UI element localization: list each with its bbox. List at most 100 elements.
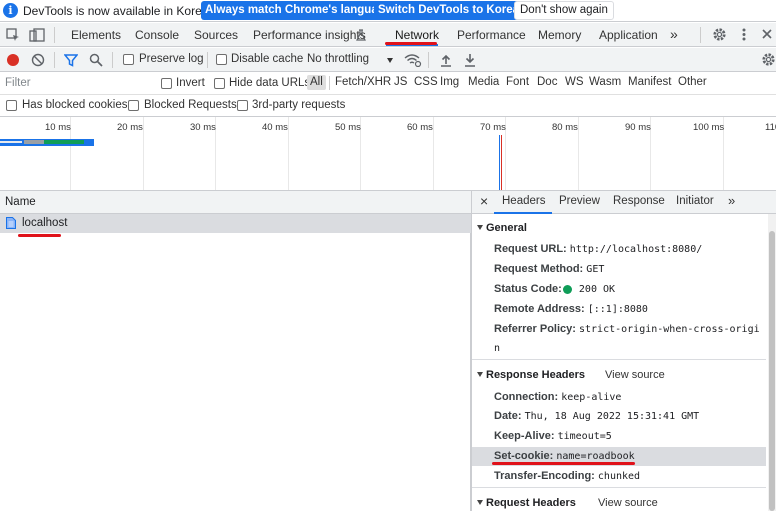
tab-headers[interactable]: Headers bbox=[502, 195, 545, 207]
chevron-down-icon[interactable] bbox=[387, 58, 393, 63]
timeline-overview[interactable]: 10 ms 20 ms 30 ms 40 ms 50 ms 60 ms 70 m… bbox=[0, 117, 776, 191]
header-row-connection: Connection: keep-alive bbox=[494, 391, 764, 403]
header-key: Date: bbox=[494, 410, 522, 422]
dont-show-again-button[interactable]: Don't show again bbox=[514, 1, 614, 20]
section-divider bbox=[472, 359, 766, 360]
filter-placeholder: Filter bbox=[5, 77, 31, 89]
divider bbox=[207, 52, 208, 68]
timeline-tick: 100 ms bbox=[693, 122, 725, 133]
more-details-tabs-button[interactable]: » bbox=[728, 193, 735, 208]
tab-response[interactable]: Response bbox=[613, 195, 665, 207]
hide-data-urls-checkbox[interactable] bbox=[214, 78, 225, 89]
kebab-menu-icon[interactable] bbox=[741, 27, 747, 42]
filter-type-img[interactable]: Img bbox=[440, 76, 459, 88]
timeline-tick: 90 ms bbox=[625, 122, 651, 133]
filter-type-media[interactable]: Media bbox=[468, 76, 499, 88]
more-tabs-button[interactable]: » bbox=[670, 26, 678, 42]
section-divider bbox=[472, 487, 766, 488]
close-details-button[interactable]: × bbox=[480, 193, 488, 209]
tab-console[interactable]: Console bbox=[135, 28, 179, 42]
timeline-request-waiting bbox=[44, 140, 84, 144]
has-blocked-cookies-label: Has blocked cookies bbox=[22, 99, 128, 111]
header-value: name=roadbook bbox=[556, 451, 635, 462]
request-list: Name localhost bbox=[0, 191, 471, 511]
tab-performance-insights[interactable]: Performance insights bbox=[253, 28, 366, 42]
divider bbox=[112, 52, 113, 68]
tab-performance[interactable]: Performance bbox=[457, 28, 526, 42]
header-row-request-method: Request Method: GET bbox=[494, 263, 764, 275]
filter-type-all[interactable]: All bbox=[307, 75, 326, 90]
annotation-underline-network bbox=[385, 42, 437, 45]
timeline-tick: 110 bbox=[765, 122, 776, 133]
header-row-status-code: Status Code: 200 OK bbox=[494, 283, 764, 295]
header-key: Request Method: bbox=[494, 263, 584, 275]
header-value: [::1]:8080 bbox=[587, 304, 648, 315]
filter-type-other[interactable]: Other bbox=[678, 76, 707, 88]
header-row-referrer-policy-wrap: n bbox=[494, 342, 764, 354]
filter-type-ws[interactable]: WS bbox=[565, 76, 584, 88]
inspect-element-icon[interactable] bbox=[6, 28, 20, 42]
timeline-gridline bbox=[288, 117, 289, 190]
filter-icon[interactable] bbox=[64, 53, 78, 67]
filter-type-doc[interactable]: Doc bbox=[537, 76, 557, 88]
active-tab-indicator bbox=[494, 212, 552, 214]
timeline-tick: 20 ms bbox=[117, 122, 143, 133]
third-party-requests-checkbox[interactable] bbox=[237, 100, 248, 111]
record-icon[interactable] bbox=[7, 54, 19, 66]
timeline-tick: 70 ms bbox=[480, 122, 506, 133]
has-blocked-cookies-checkbox[interactable] bbox=[6, 100, 17, 111]
network-conditions-icon[interactable] bbox=[404, 53, 422, 67]
switch-to-korean-button[interactable]: Switch DevTools to Korean bbox=[374, 1, 531, 20]
export-har-icon[interactable] bbox=[464, 53, 476, 67]
name-column-header[interactable]: Name bbox=[5, 196, 36, 208]
header-value: timeout=5 bbox=[557, 431, 612, 442]
preserve-log-checkbox[interactable] bbox=[123, 54, 134, 65]
search-icon[interactable] bbox=[89, 53, 103, 67]
filter-type-manifest[interactable]: Manifest bbox=[628, 76, 671, 88]
clear-icon[interactable] bbox=[31, 53, 45, 67]
device-toolbar-icon[interactable] bbox=[29, 28, 45, 42]
tab-preview[interactable]: Preview bbox=[559, 195, 600, 207]
header-key: Request URL: bbox=[494, 243, 567, 255]
view-source-link[interactable]: View source bbox=[605, 369, 665, 381]
tab-sources[interactable]: Sources bbox=[194, 28, 238, 42]
throttling-select[interactable]: No throttling bbox=[307, 53, 369, 65]
blocked-requests-checkbox[interactable] bbox=[128, 100, 139, 111]
filter-type-fetch-xhr[interactable]: Fetch/XHR bbox=[335, 76, 391, 88]
filter-type-wasm[interactable]: Wasm bbox=[589, 76, 621, 88]
request-headers-title: Request Headers bbox=[486, 497, 576, 509]
timeline-tick: 50 ms bbox=[335, 122, 361, 133]
header-value: keep-alive bbox=[561, 392, 622, 403]
header-row-remote-address: Remote Address: [::1]:8080 bbox=[494, 303, 764, 315]
header-row-request-url: Request URL: http://localhost:8080/ bbox=[494, 243, 764, 255]
header-row-referrer-policy: Referrer Policy: strict-origin-when-cros… bbox=[494, 323, 764, 335]
tab-memory[interactable]: Memory bbox=[538, 28, 581, 42]
preserve-log-label: Preserve log bbox=[139, 53, 204, 65]
tab-initiator[interactable]: Initiator bbox=[676, 195, 714, 207]
annotation-underline-localhost bbox=[18, 234, 61, 237]
divider bbox=[54, 27, 55, 43]
tab-elements[interactable]: Elements bbox=[71, 28, 121, 42]
invert-checkbox[interactable] bbox=[161, 78, 172, 89]
filter-type-js[interactable]: JS bbox=[394, 76, 407, 88]
network-settings-icon[interactable] bbox=[761, 52, 776, 67]
hide-data-urls-label: Hide data URLs bbox=[229, 77, 311, 89]
divider bbox=[428, 52, 429, 68]
timeline-request-stalled bbox=[24, 140, 44, 144]
close-icon[interactable] bbox=[761, 28, 773, 40]
tab-network[interactable]: Network bbox=[395, 28, 439, 42]
disable-cache-checkbox[interactable] bbox=[216, 54, 227, 65]
view-source-link[interactable]: View source bbox=[598, 497, 658, 509]
table-row[interactable]: localhost bbox=[0, 214, 471, 233]
header-key: Connection: bbox=[494, 391, 559, 403]
filter-type-css[interactable]: CSS bbox=[414, 76, 438, 88]
filter-type-font[interactable]: Font bbox=[506, 76, 529, 88]
filter-input[interactable]: Filter bbox=[0, 72, 150, 94]
always-match-language-button[interactable]: Always match Chrome's language bbox=[201, 1, 396, 20]
header-row-transfer-encoding: Transfer-Encoding: chunked bbox=[494, 470, 764, 482]
import-har-icon[interactable] bbox=[440, 53, 452, 67]
tab-application[interactable]: Application bbox=[599, 28, 658, 42]
scrollbar-thumb[interactable] bbox=[769, 231, 775, 511]
header-row-set-cookie[interactable]: Set-cookie: name=roadbook bbox=[494, 450, 764, 462]
gear-icon[interactable] bbox=[712, 27, 727, 42]
